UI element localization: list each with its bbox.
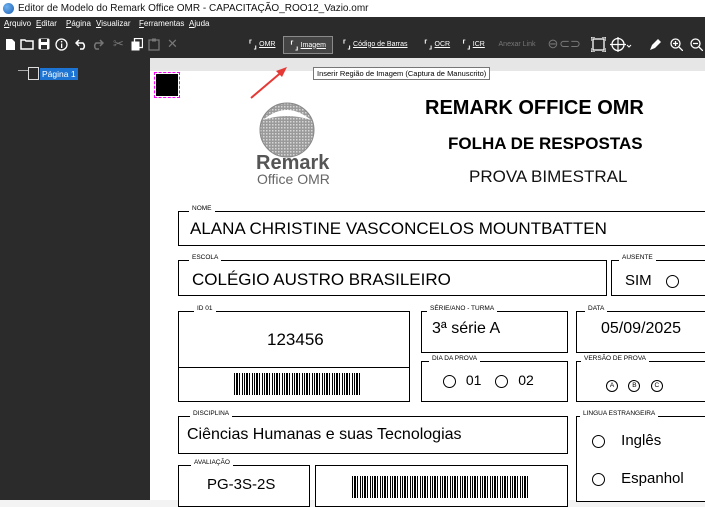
dia-opt2: 02 — [518, 372, 534, 388]
crosshair-dropdown-icon[interactable] — [610, 36, 632, 52]
open-folder-icon[interactable] — [20, 36, 34, 52]
region-bracket-icon: ⸢⸥ — [248, 38, 258, 51]
window-title: Editor de Modelo do Remark Office OMR - … — [18, 3, 369, 14]
data-caption: DATA — [585, 305, 608, 312]
disciplina-caption: DISCIPLINA — [190, 410, 233, 417]
omr-region-button[interactable]: ⸢⸥ OMR — [244, 36, 280, 52]
region-bracket-icon: ⸢⸥ — [290, 39, 299, 52]
paste-icon[interactable] — [147, 36, 160, 52]
lingua-option-1: Inglês — [592, 432, 661, 449]
info-icon[interactable] — [55, 36, 68, 52]
versao-caption: VERSÃO DE PROVA — [581, 355, 650, 362]
dia-caption: DIA DA PROVA — [429, 355, 481, 362]
lingua-bubble-espanhol[interactable] — [592, 472, 605, 486]
lingua-option-2: Espanhol — [592, 470, 684, 487]
id-caption: ID 01 — [194, 305, 216, 312]
logo-text-office: Office OMR — [257, 171, 330, 187]
versao-bubble-c[interactable]: C — [650, 379, 663, 392]
region-bracket-icon: ⸢⸥ — [462, 38, 471, 51]
toolbar: ✂ ✕ ⸢⸥ OMR ⸢⸥ Imagem ⸢⸥ Código de Barras… — [0, 30, 705, 58]
ausente-caption: AUSENTE — [619, 254, 656, 261]
page-icon — [28, 67, 39, 80]
menu-arquivo[interactable]: Arquivo — [4, 17, 31, 30]
menu-editar[interactable]: Editar — [36, 17, 57, 30]
undo-icon[interactable] — [75, 36, 88, 52]
avaliacao-caption: AVALIAÇÃO — [191, 459, 233, 466]
ocr-region-button[interactable]: ⸢⸥ OCR — [419, 36, 455, 52]
form-title: REMARK OFFICE OMR — [425, 97, 644, 119]
copy-icon[interactable] — [130, 36, 143, 52]
versao-bubble-b[interactable]: B — [628, 379, 641, 392]
image-region-tooltip: Inserir Região de Imagem (Captura de Man… — [313, 67, 491, 80]
nome-caption: NOME — [189, 205, 215, 212]
region-bracket-icon: ⸢⸥ — [423, 38, 433, 51]
unlink-icon[interactable]: ⊂⊃ — [559, 36, 581, 52]
menu-pagina[interactable]: Página — [66, 17, 91, 30]
escola-value: COLÉGIO AUSTRO BRASILEIRO — [192, 270, 451, 289]
avaliacao-barcode — [352, 476, 530, 498]
icr-region-button[interactable]: ⸢⸥ ICR — [457, 36, 490, 52]
pen-icon[interactable] — [648, 36, 662, 52]
ausente-option: SIM — [625, 272, 679, 289]
remark-logo-icon — [259, 102, 315, 158]
image-region-button[interactable]: ⸢⸥ Imagem — [283, 36, 333, 54]
id-value: 123456 — [267, 330, 324, 349]
menu-bar: Arquivo Editar Página Visualizar Ferrame… — [0, 17, 705, 30]
nome-value: ALANA CHRISTINE VASCONCELOS MOUNTBATTEN — [190, 219, 607, 238]
serie-caption: SÉRIE/ANO - TURMA — [427, 305, 498, 312]
lingua-field[interactable] — [576, 416, 705, 502]
form-exam-title: PROVA BIMESTRAL — [469, 167, 628, 186]
ausente-value: SIM — [625, 272, 652, 289]
escola-caption: ESCOLA — [189, 254, 222, 261]
zoom-out-icon[interactable] — [689, 36, 703, 52]
dia-options: 01 02 — [443, 372, 534, 388]
dia-opt1: 01 — [465, 372, 482, 388]
data-value: 05/09/2025 — [601, 320, 682, 337]
barcode-region-button[interactable]: ⸢⸥ Código de Barras — [336, 36, 414, 52]
ausente-bubble[interactable] — [665, 274, 679, 288]
title-bar: Editor de Modelo do Remark Office OMR - … — [0, 0, 705, 18]
form-subtitle: FOLHA DE RESPOSTAS — [448, 134, 643, 153]
lingua-opt2: Espanhol — [621, 470, 684, 487]
app-icon — [3, 3, 14, 14]
menu-visualizar[interactable]: Visualizar — [96, 17, 131, 30]
serie-value: 3ª série A — [432, 320, 501, 337]
save-icon[interactable] — [37, 36, 50, 52]
lingua-opt1: Inglês — [621, 432, 662, 449]
delete-icon[interactable]: ✕ — [166, 36, 179, 52]
tree-item-page-1[interactable]: Página 1 — [40, 68, 78, 80]
anchor-marker[interactable] — [154, 72, 180, 98]
id-barcode — [234, 373, 362, 395]
link-icon[interactable]: ⊖ — [546, 36, 560, 52]
dia-bubble-02[interactable] — [495, 374, 509, 388]
menu-ajuda[interactable]: Ajuda — [189, 17, 209, 30]
page-tree-panel: Página 1 — [0, 58, 150, 500]
lingua-bubble-ingles[interactable] — [592, 434, 605, 448]
redo-icon[interactable] — [91, 36, 104, 52]
avaliacao-value: PG-3S-2S — [207, 476, 276, 493]
dia-bubble-01[interactable] — [443, 374, 456, 388]
versao-options: A B C — [603, 374, 666, 392]
new-file-icon[interactable] — [4, 36, 16, 52]
tree-connector — [18, 70, 28, 71]
menu-ferramentas[interactable]: Ferramentas — [139, 17, 184, 30]
region-bracket-icon: ⸢⸥ — [342, 38, 352, 51]
zoom-in-icon[interactable] — [669, 36, 683, 52]
versao-bubble-a[interactable]: A — [606, 379, 618, 392]
lingua-caption: LINGUA ESTRANGEIRA — [580, 410, 659, 417]
disciplina-value: Ciências Humanas e suas Tecnologias — [187, 426, 462, 443]
attach-link-button[interactable]: Anexar Link — [495, 36, 539, 52]
fit-region-icon[interactable] — [590, 36, 606, 52]
cut-icon[interactable]: ✂ — [112, 36, 125, 52]
